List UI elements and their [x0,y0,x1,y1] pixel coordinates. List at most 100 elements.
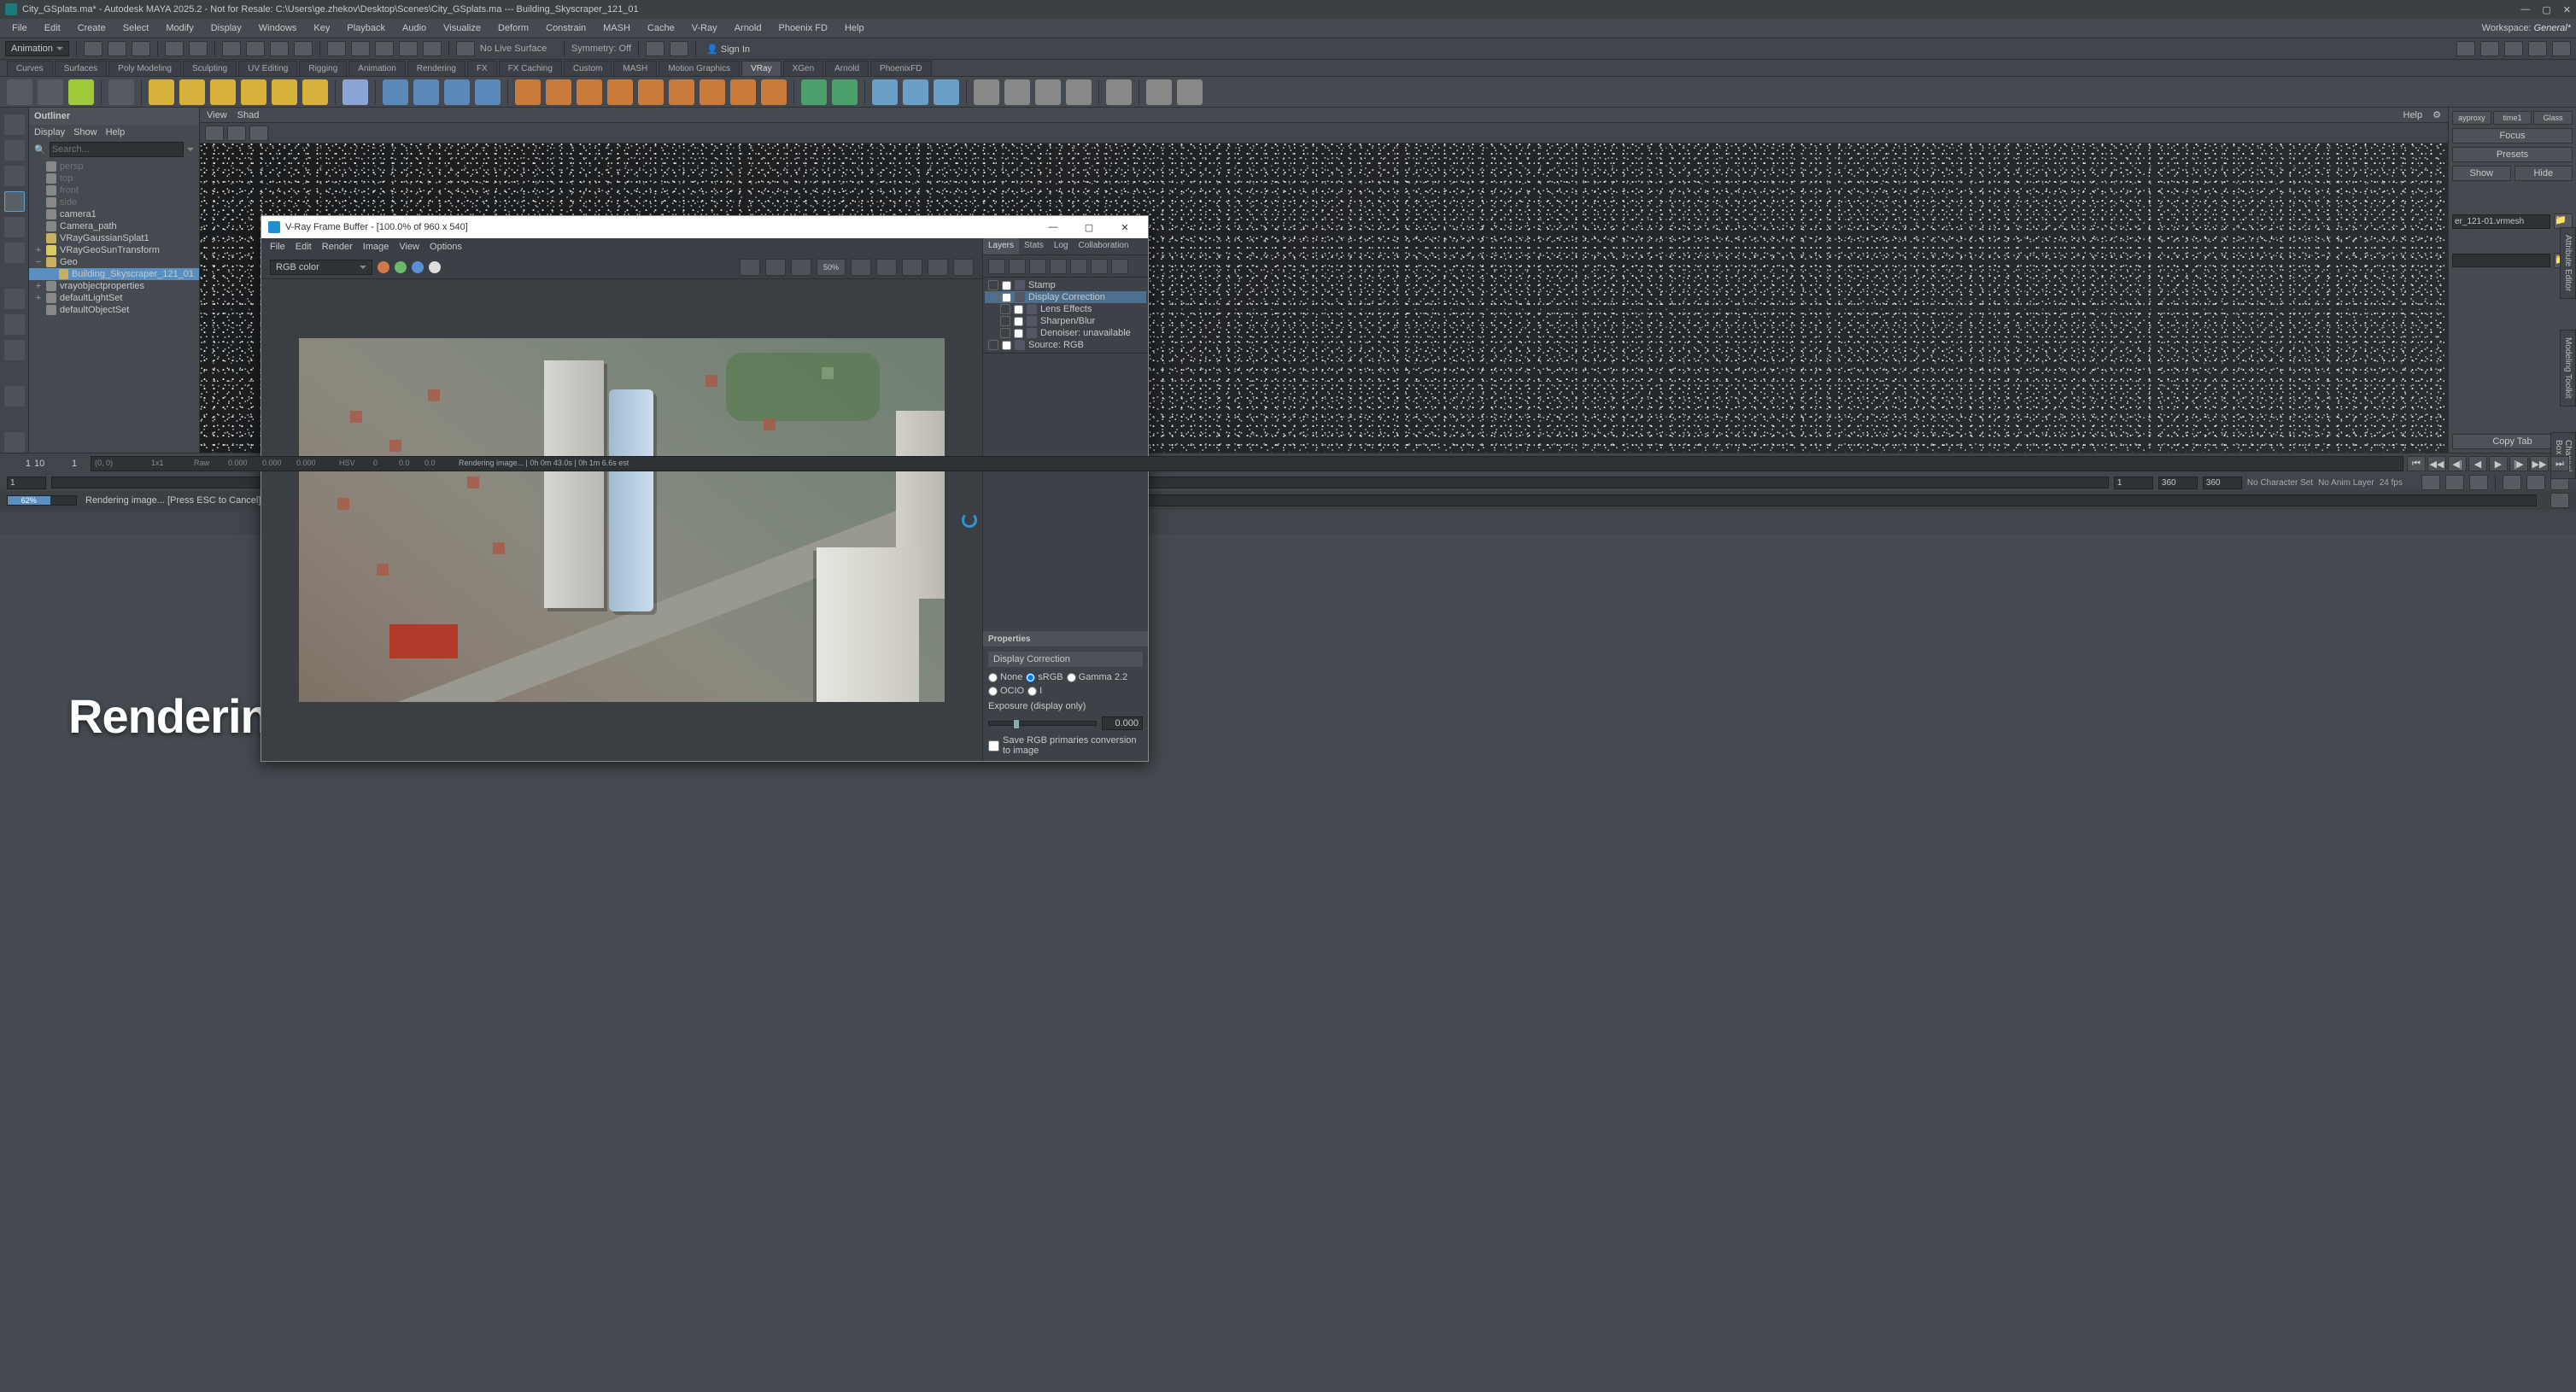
shelf-tab-uvediting[interactable]: UV Editing [238,61,297,76]
select-tool-icon[interactable] [4,114,25,135]
shelf-plane-icon[interactable] [342,79,368,105]
outliner-item[interactable]: side [29,196,199,208]
vfb-copy-icon[interactable] [765,259,786,276]
blue-channel-icon[interactable] [412,261,424,273]
shelf-cam-icon[interactable] [974,79,999,105]
save-scene-icon[interactable] [132,41,150,56]
layout-c-icon[interactable] [2504,41,2523,56]
outliner-item[interactable]: +vrayobjectproperties [29,280,199,292]
shelf-tab-phoenixfd[interactable]: PhoenixFD [870,61,931,76]
play-pause-icon[interactable] [670,41,688,56]
scale-tool-icon[interactable] [4,243,25,263]
vfb-layer-row[interactable]: Source: RGB [985,339,1146,351]
win-close-icon[interactable]: ✕ [2563,4,2571,15]
play-fwd-icon[interactable]: ▶ [2489,456,2508,471]
magnify-icon[interactable] [4,432,25,453]
step-back-icon[interactable]: ◀◀ [2427,456,2446,471]
menu-windows[interactable]: Windows [252,21,304,35]
vfb-menu-file[interactable]: File [270,242,285,252]
shelf-settings-icon[interactable] [761,79,787,105]
shelf-proxy2-icon[interactable] [413,79,439,105]
snap-plane-icon[interactable] [399,41,418,56]
open-scene-icon[interactable] [108,41,126,56]
shelf-sphere-light-icon[interactable] [210,79,236,105]
prefs-icon[interactable] [2469,475,2488,490]
shelf-tab-motiongraphics[interactable]: Motion Graphics [659,61,740,76]
vfb-image-area[interactable] [261,279,982,761]
outliner-item[interactable]: persp [29,161,199,173]
vfb-layer-row[interactable]: Display Correction [985,291,1146,303]
layers-undo-icon[interactable] [1091,259,1108,274]
outliner-item[interactable]: +VRayGeoSunTransform [29,244,199,256]
sign-in-button[interactable]: 👤 Sign In [706,44,750,55]
move-tool-icon[interactable] [4,191,25,212]
layers-list-icon[interactable] [1070,259,1087,274]
go-start-icon[interactable]: ⏮ [2407,456,2426,471]
menu-create[interactable]: Create [71,21,113,35]
attr-field-2[interactable] [2452,254,2550,267]
outliner-item[interactable]: defaultObjectSet [29,304,199,316]
shelf-tab-curves[interactable]: Curves [7,61,53,76]
vp-grid-icon[interactable] [249,126,268,141]
menu-modify[interactable]: Modify [159,21,200,35]
modeling-toolkit-vertical-tab[interactable]: Modeling Toolkit [2560,330,2576,406]
menu-arnold[interactable]: Arnold [728,21,769,35]
shelf-hair-icon[interactable] [546,79,571,105]
vp-bookmark-icon[interactable] [227,126,246,141]
vfb-layer-row[interactable]: Lens Effects [985,303,1146,315]
char-set-label[interactable]: No Character Set [2247,478,2313,488]
prev-key-icon[interactable]: ◀| [2448,456,2467,471]
rotate-tool-icon[interactable] [4,217,25,237]
shelf-tab-rigging[interactable]: Rigging [299,61,347,76]
viewport-gear-icon[interactable]: ⚙ [2433,109,2441,120]
vfb-titlebar[interactable]: V-Ray Frame Buffer - [100.0% of 960 x 54… [261,216,1148,238]
shelf-mtl-icon[interactable] [903,79,928,105]
exposure-slider[interactable] [988,721,1097,726]
outliner-menu-help[interactable]: Help [106,127,126,137]
vfb-layer-row[interactable]: Denoiser: unavailable [985,327,1146,339]
next-key-icon[interactable]: |▶ [2509,456,2528,471]
vfb-menu-options[interactable]: Options [430,242,462,252]
win-minimize-icon[interactable]: — [2520,4,2530,15]
new-scene-icon[interactable] [84,41,102,56]
outliner-item[interactable]: Building_Skyscraper_121_01 [29,268,199,280]
vfb-render-region-icon[interactable] [902,259,922,276]
layers-save-icon[interactable] [1029,259,1046,274]
layout-four-icon[interactable] [4,340,25,360]
vfb-menu-render[interactable]: Render [322,242,353,252]
shelf-aov-icon[interactable] [1035,79,1061,105]
selmask-c-icon[interactable] [270,41,289,56]
shelf-tab-fxcaching[interactable]: FX Caching [499,61,562,76]
hide-button[interactable]: Hide [2515,166,2573,181]
play-forward-icon[interactable] [646,41,664,56]
shelf-icon-2[interactable] [38,79,63,105]
layout-b-icon[interactable] [2480,41,2499,56]
shelf-fur-icon[interactable] [515,79,541,105]
layers-redo-icon[interactable] [1111,259,1128,274]
menu-deform[interactable]: Deform [491,21,536,35]
menu-visualize[interactable]: Visualize [436,21,488,35]
menu-file[interactable]: File [5,21,34,35]
layout-a-icon[interactable] [2456,41,2475,56]
snap-curve-icon[interactable] [351,41,370,56]
vfb-region-icon[interactable] [851,259,871,276]
shelf-vray-render-icon[interactable] [68,79,94,105]
shelf-cloud-icon[interactable] [872,79,898,105]
layout-single-icon[interactable] [4,314,25,335]
menu-constrain[interactable]: Constrain [539,21,593,35]
shelf-lib-icon[interactable] [934,79,959,105]
outliner-item[interactable]: Camera_path [29,220,199,232]
shelf-tab-xgen[interactable]: XGen [783,61,824,76]
shelf-denoise-icon[interactable] [1066,79,1092,105]
fps-label[interactable]: 24 fps [2380,478,2403,488]
menu-playback[interactable]: Playback [340,21,392,35]
proxy-file-field[interactable]: er_121-01.vrmesh [2452,214,2550,229]
attr-tab-glass[interactable]: Glass [2533,111,2573,125]
shelf-mesh-light-icon[interactable] [241,79,266,105]
show-button[interactable]: Show [2452,166,2511,181]
presets-button[interactable]: Presets [2452,147,2573,162]
alpha-channel-icon[interactable] [429,261,441,273]
shelf-ies-light-icon[interactable] [272,79,297,105]
menu-mash[interactable]: MASH [596,21,637,35]
time-slider[interactable]: 1 10 1 (0, 0) 1x1 Raw 0.000 0.000 0.000 … [0,453,2576,474]
